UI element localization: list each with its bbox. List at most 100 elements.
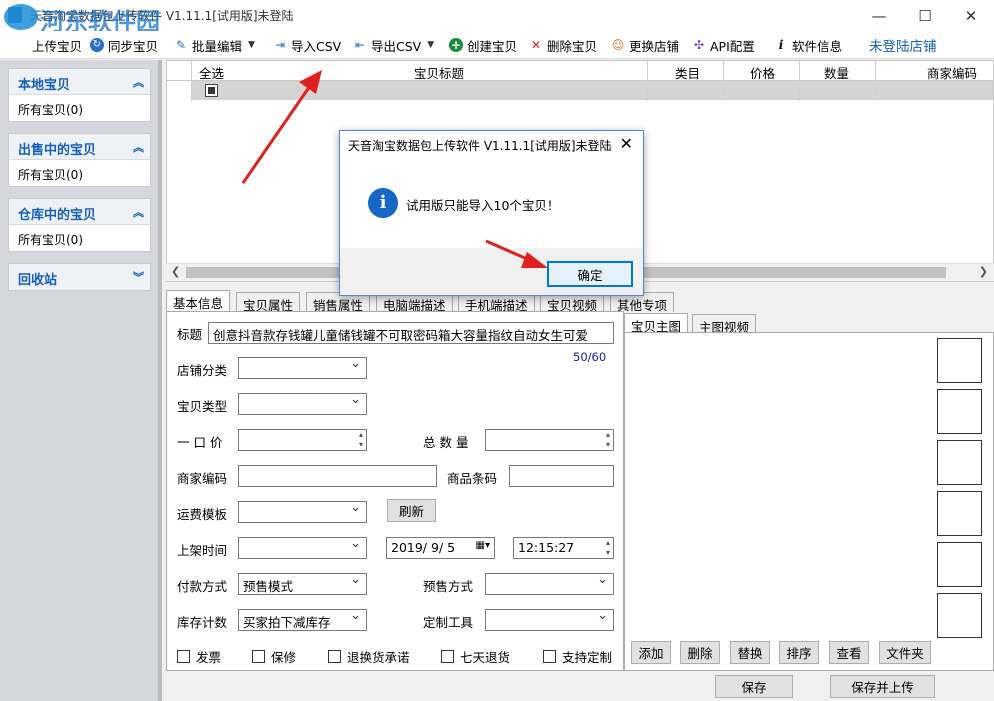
add-image-button[interactable]: 添加: [631, 641, 671, 664]
watermark: 河东软件园: [0, 2, 200, 36]
tab-main-video[interactable]: 主图视频: [692, 314, 757, 335]
item-type-label: 宝贝类型: [177, 399, 228, 414]
support-custom-checkbox[interactable]: 支持定制: [543, 647, 612, 666]
close-button[interactable]: ✕: [948, 0, 994, 31]
shipping-template-label: 运费模板: [177, 507, 228, 522]
table-row[interactable]: [191, 81, 993, 100]
dialog-close-icon[interactable]: ✕: [620, 134, 633, 153]
delete-item-button[interactable]: ✕ 删除宝贝: [529, 35, 597, 55]
tab-main-images[interactable]: 宝贝主图: [624, 313, 689, 334]
sidebar: 本地宝贝 ︽ 所有宝贝(0) 出售中的宝贝 ︽ 所有宝贝(0) 仓库中的宝贝 ︽ 所有…: [0, 60, 162, 701]
column-quantity[interactable]: 数量: [824, 63, 849, 82]
item-type-select[interactable]: [238, 393, 367, 415]
title-bar: 天音淘宝数据包上传软件 V1.11.1[试用版]未登陆 河东软件园 — ☐ ✕: [0, 0, 994, 36]
presale-method-select[interactable]: [485, 573, 614, 595]
merchant-code-input[interactable]: [238, 465, 437, 487]
column-merchant-code[interactable]: 商家编码: [927, 63, 977, 82]
import-csv-button[interactable]: ⇥ 导入CSV: [273, 35, 341, 55]
dropdown-caret-icon: ▼: [427, 40, 435, 50]
create-item-label: 创建宝贝: [467, 38, 518, 54]
price-stepper[interactable]: [238, 429, 367, 451]
listing-clock-stepper[interactable]: 12:15:27: [513, 537, 614, 559]
sidebar-group-local: 本地宝贝 ︽ 所有宝贝(0): [8, 68, 151, 122]
barcode-input[interactable]: [509, 465, 614, 487]
view-image-button[interactable]: 查看: [829, 641, 869, 664]
chevron-up-icon[interactable]: ︽: [133, 74, 144, 90]
software-info-button[interactable]: i 软件信息: [774, 35, 842, 55]
stock-count-label: 库存计数: [177, 615, 228, 630]
sidebar-item-all-on-sale[interactable]: 所有宝贝(0): [9, 160, 150, 186]
listing-time-select[interactable]: [238, 537, 367, 559]
image-slot[interactable]: [937, 491, 982, 536]
image-slot[interactable]: [937, 542, 982, 587]
shipping-template-select[interactable]: [238, 501, 367, 523]
ok-button[interactable]: 确定: [547, 261, 633, 287]
total-quantity-label: 总 数 量: [423, 435, 469, 450]
listing-date-value: 2019/ 9/ 5: [391, 540, 456, 555]
replace-image-button[interactable]: 替换: [730, 641, 770, 664]
import-csv-label: 导入CSV: [291, 38, 342, 54]
image-slot[interactable]: [937, 593, 982, 638]
batch-edit-button[interactable]: ✎ 批量编辑 ▼: [174, 35, 255, 55]
chevron-up-icon[interactable]: ︽: [133, 139, 144, 155]
sync-button[interactable]: ↻ 同步宝贝: [90, 35, 158, 55]
select-all-checkbox[interactable]: [205, 84, 218, 97]
folder-button[interactable]: 文件夹: [879, 641, 931, 664]
stock-count-select[interactable]: 买家拍下减库存: [238, 609, 367, 631]
create-item-button[interactable]: + 创建宝贝: [449, 35, 517, 55]
save-and-upload-button[interactable]: 保存并上传: [830, 675, 935, 698]
pencil-icon: ✎: [175, 38, 187, 52]
refresh-button[interactable]: 刷新: [387, 499, 436, 522]
store-category-select[interactable]: [238, 357, 367, 379]
sidebar-item-all-warehouse[interactable]: 所有宝贝(0): [9, 225, 150, 251]
scroll-right-icon[interactable]: ❯: [979, 265, 988, 278]
chevron-down-icon[interactable]: ︾: [133, 269, 144, 285]
price-label: 一 口 价: [177, 435, 223, 450]
warranty-checkbox[interactable]: 保修: [252, 647, 296, 666]
save-button[interactable]: 保存: [715, 675, 793, 698]
sync-label: 同步宝贝: [108, 38, 159, 54]
column-price[interactable]: 价格: [750, 63, 775, 82]
maximize-button[interactable]: ☐: [902, 0, 948, 31]
seven-day-return-checkbox[interactable]: 七天退货: [441, 647, 510, 666]
minimize-button[interactable]: —: [856, 0, 902, 31]
payment-method-select[interactable]: 预售模式: [238, 573, 367, 595]
tab-item-attributes[interactable]: 宝贝属性: [236, 292, 301, 313]
total-quantity-stepper[interactable]: [485, 429, 614, 451]
listing-date-picker[interactable]: 2019/ 9/ 5 ▦▾: [386, 537, 495, 559]
title-input[interactable]: 创意抖音款存钱罐儿童储钱罐不可取密码箱大容量指纹自动女生可爱: [208, 322, 614, 344]
image-slot[interactable]: [937, 440, 982, 485]
tab-basic-info[interactable]: 基本信息: [166, 290, 231, 312]
sidebar-group-header[interactable]: 回收站 ︾: [9, 264, 150, 290]
api-config-button[interactable]: ✣ API配置: [692, 35, 755, 55]
column-category[interactable]: 类目: [675, 63, 700, 82]
sidebar-group-header[interactable]: 仓库中的宝贝 ︽: [9, 199, 150, 225]
image-slot[interactable]: [937, 338, 982, 383]
sidebar-group-header[interactable]: 本地宝贝 ︽: [9, 69, 150, 95]
listing-clock-value: 12:15:27: [518, 540, 575, 555]
sidebar-item-all-local[interactable]: 所有宝贝(0): [9, 95, 150, 121]
sidebar-group-header[interactable]: 出售中的宝贝 ︽: [9, 134, 150, 160]
column-title[interactable]: 宝贝标题: [414, 63, 464, 82]
scroll-left-icon[interactable]: ❮: [171, 265, 180, 278]
image-slot[interactable]: [937, 389, 982, 434]
delete-x-icon: ✕: [530, 38, 542, 52]
barcode-label: 商品条码: [447, 471, 498, 486]
delete-image-button[interactable]: 删除: [680, 641, 720, 664]
upload-button[interactable]: 上传宝贝: [32, 35, 82, 55]
column-select-all[interactable]: 全选: [199, 63, 224, 82]
calendar-dropdown-icon[interactable]: ▦▾: [476, 540, 490, 551]
chevron-up-icon[interactable]: ︽: [133, 204, 144, 220]
change-store-button[interactable]: ☺ 更换店铺: [611, 35, 679, 55]
export-csv-button[interactable]: ⇤ 导出CSV ▼: [353, 35, 434, 55]
user-icon: ☺: [611, 38, 625, 52]
upload-label: 上传宝贝: [32, 38, 83, 54]
info-icon: i: [368, 188, 398, 218]
basic-info-form: 标题 创意抖音款存钱罐儿童储钱罐不可取密码箱大容量指纹自动女生可爱 50/60 …: [166, 311, 624, 671]
store-login-status[interactable]: 未登陆店铺: [869, 35, 937, 55]
custom-tool-select[interactable]: [485, 609, 614, 631]
return-promise-checkbox[interactable]: 退换货承诺: [328, 647, 410, 666]
invoice-checkbox[interactable]: 发票: [177, 647, 221, 666]
store-category-label: 店铺分类: [177, 363, 228, 378]
sort-images-button[interactable]: 排序: [779, 641, 819, 664]
